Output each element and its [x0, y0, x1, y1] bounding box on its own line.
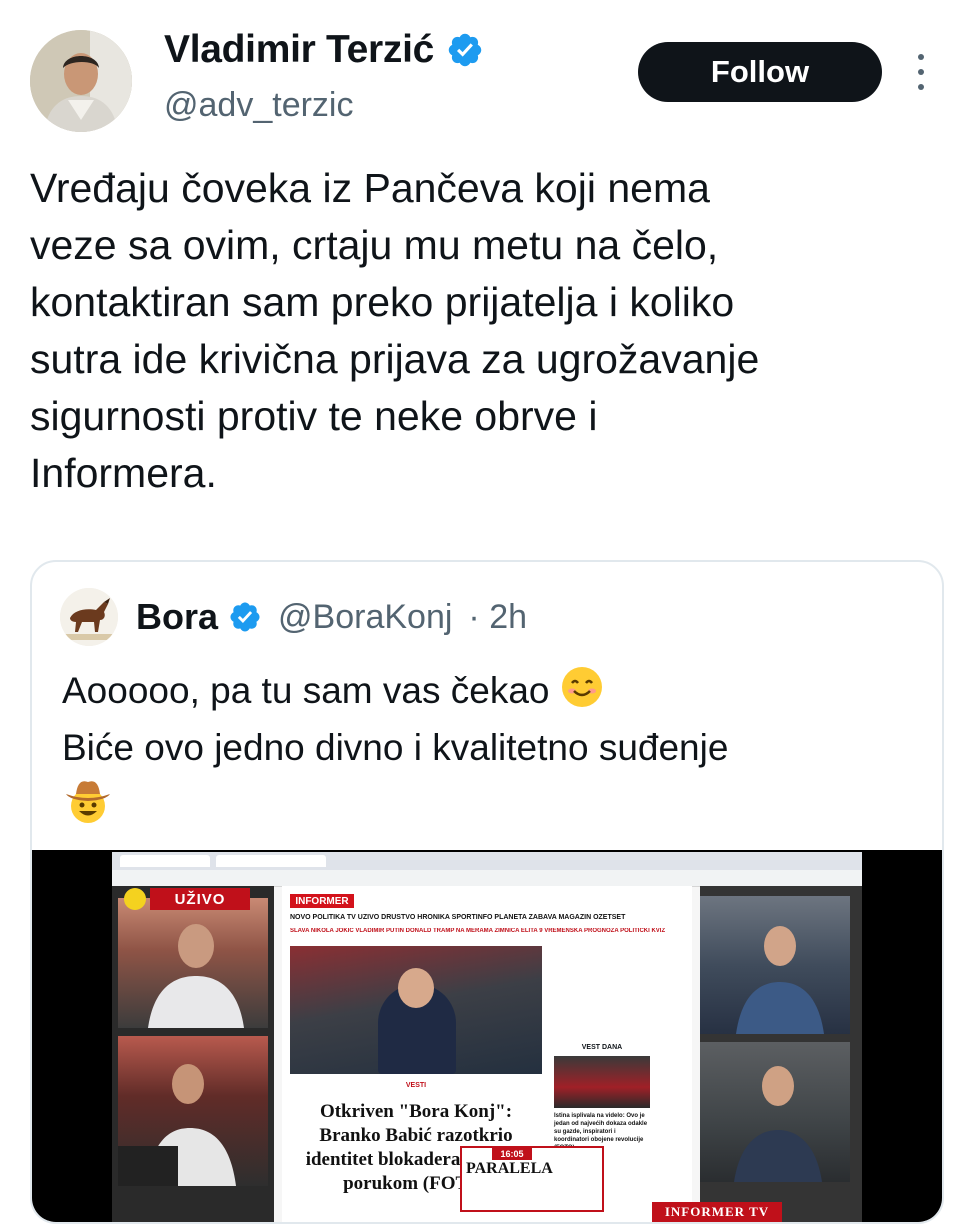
- follow-button[interactable]: Follow: [638, 42, 882, 102]
- tweet-header: Vladimir Terzić @adv_terzic Follow: [0, 0, 972, 150]
- quoted-author-avatar[interactable]: [60, 588, 118, 646]
- quoted-tweet-text: Aooooo, pa tu sam vas čekao Biće ovo jed…: [62, 662, 922, 776]
- show-time: 16:05: [492, 1148, 532, 1160]
- site-nav: NOVO POLITIKA TV UŽIVO DRUŠTVO HRONIKA S…: [290, 914, 626, 921]
- vest-dana-label: VEST DANA: [581, 1044, 623, 1051]
- quoted-author-name[interactable]: Bora: [136, 596, 218, 638]
- show-name: PARALELA: [466, 1160, 553, 1177]
- quoted-tweet[interactable]: Bora @BoraKonj · 2h Aooooo, pa tu sam va…: [30, 560, 944, 1224]
- show-banner: 16:05 PARALELA: [460, 1146, 604, 1212]
- tv-logo: INFORMER TV: [652, 1202, 782, 1222]
- quoted-line-2: Biće ovo jedno divno i kvalitetno suđenj…: [62, 727, 729, 768]
- browser-tab-bar: [112, 852, 862, 870]
- site-logo: INFORMER: [290, 894, 354, 908]
- video-feed: [700, 896, 850, 1034]
- screenshot-content: UŽIVO INFORMER NOVO POLITIKA TV UŽIVO DR…: [112, 852, 862, 1222]
- live-indicator-icon: [124, 888, 146, 910]
- site-subnav: SLAVA NIKOLA JOKIĆ VLADIMIR PUTIN DONALD…: [290, 928, 666, 934]
- vest-dana-image: [554, 1056, 650, 1108]
- live-label: UŽIVO: [150, 888, 250, 910]
- quoted-author-handle[interactable]: @BoraKonj: [278, 598, 452, 637]
- author-handle[interactable]: @adv_terzic: [164, 86, 353, 125]
- video-feed: [118, 898, 268, 1028]
- video-feed: [118, 1036, 268, 1186]
- quoted-tweet-header: Bora @BoraKonj · 2h: [60, 588, 527, 646]
- quoted-tweet-time[interactable]: · 2h: [468, 598, 527, 637]
- browser-address-bar: [112, 870, 862, 887]
- verified-badge-icon: [446, 31, 484, 69]
- browser-tab: [216, 855, 326, 867]
- tweet-text: Vređaju čoveka iz Pančeva koji nema veze…: [30, 165, 760, 496]
- more-options-icon[interactable]: [912, 54, 930, 90]
- hero-image: [290, 946, 542, 1074]
- news-site: INFORMER NOVO POLITIKA TV UŽIVO DRUŠTVO …: [282, 886, 692, 1222]
- author-name[interactable]: Vladimir Terzić: [164, 28, 434, 72]
- section-label: VESTI: [405, 1082, 427, 1089]
- author-avatar[interactable]: [30, 30, 132, 132]
- smiling-face-icon: [560, 665, 604, 709]
- author-name-row: Vladimir Terzić: [164, 28, 484, 72]
- video-feed: [700, 1042, 850, 1182]
- quoted-verified-badge-icon: [228, 600, 262, 634]
- cowboy-face-icon: [62, 774, 114, 826]
- live-video-panel: UŽIVO: [112, 886, 274, 1222]
- quoted-line-1: Aooooo, pa tu sam vas čekao: [62, 670, 550, 711]
- attached-media-image[interactable]: UŽIVO INFORMER NOVO POLITIKA TV UŽIVO DR…: [32, 850, 942, 1222]
- browser-tab: [120, 855, 210, 867]
- live-video-panel-right: [700, 886, 862, 1222]
